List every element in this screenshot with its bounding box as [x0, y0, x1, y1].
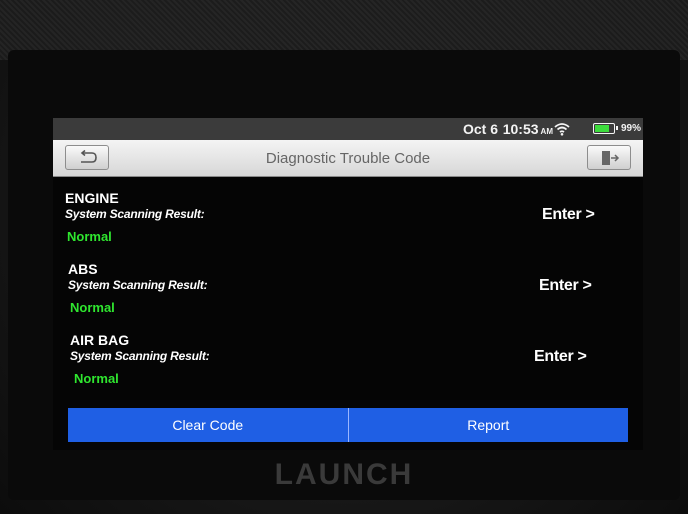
system-result-label: System Scanning Result:	[68, 278, 208, 292]
system-row-engine: ENGINE System Scanning Result: Normal En…	[53, 190, 643, 262]
page-title: Diagnostic Trouble Code	[265, 150, 431, 167]
device-frame: Oct 6 10:53 AM 99% Diagnostic Trouble Cod…	[0, 0, 688, 514]
status-ampm: AM	[540, 127, 553, 136]
system-result-value: Normal	[74, 371, 119, 386]
report-button[interactable]: Report	[348, 408, 628, 442]
exit-icon	[602, 151, 620, 165]
screen: Oct 6 10:53 AM 99% Diagnostic Trouble Cod…	[53, 118, 643, 450]
system-name: AIR BAG	[70, 332, 130, 348]
system-result-value: Normal	[70, 300, 115, 315]
wifi-icon	[554, 123, 570, 136]
clear-code-button[interactable]: Clear Code	[68, 408, 349, 442]
bottom-action-bar: Clear Code Report	[68, 408, 628, 442]
system-row-abs: ABS System Scanning Result: Normal Enter…	[53, 261, 643, 333]
status-date: Oct 6	[462, 121, 498, 137]
enter-button-engine[interactable]: Enter >	[542, 206, 595, 224]
brand-logo: LAUNCH	[274, 458, 414, 491]
battery-fill	[595, 125, 609, 132]
status-time-value: 10:53	[502, 121, 539, 137]
system-name: ENGINE	[65, 190, 119, 206]
battery-icon	[593, 123, 618, 134]
system-result-label: System Scanning Result:	[65, 207, 205, 221]
status-bar: Oct 6 10:53 AM 99%	[53, 118, 643, 140]
enter-button-airbag[interactable]: Enter >	[534, 348, 587, 366]
title-bar: Diagnostic Trouble Code	[53, 140, 643, 177]
system-result-value: Normal	[67, 229, 112, 244]
system-name: ABS	[68, 261, 98, 277]
system-result-label: System Scanning Result:	[70, 349, 210, 363]
exit-button[interactable]	[587, 145, 631, 170]
status-time: 10:53 AM	[503, 121, 553, 137]
battery-percent: 99%	[620, 123, 641, 134]
system-row-airbag: AIR BAG System Scanning Result: Normal E…	[53, 332, 643, 404]
enter-button-abs[interactable]: Enter >	[539, 277, 592, 295]
